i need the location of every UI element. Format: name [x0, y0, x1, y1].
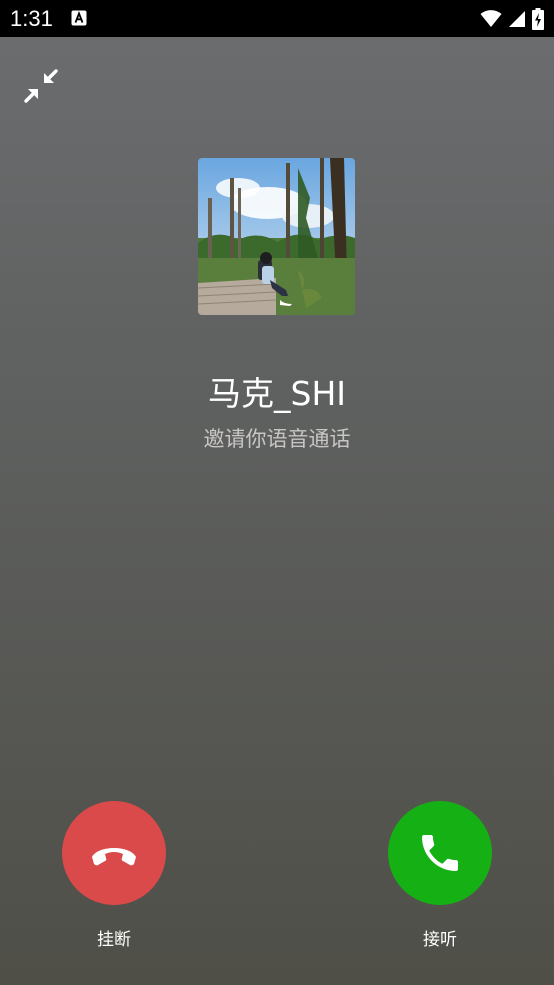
accept-button[interactable]	[388, 801, 492, 905]
status-icons	[480, 8, 544, 30]
status-time: 1:31	[10, 6, 53, 31]
signal-icon	[509, 11, 525, 27]
decline-action: 挂断	[62, 801, 166, 950]
decline-button[interactable]	[62, 801, 166, 905]
avatar-photo	[198, 158, 355, 315]
incoming-call-screen: 马克_SHI 邀请你语音通话 挂断 接听	[0, 37, 554, 985]
wifi-icon	[480, 10, 502, 27]
accept-action: 接听	[388, 801, 492, 950]
accept-label: 接听	[423, 930, 457, 950]
notification-a-icon	[71, 10, 87, 26]
phone-icon	[422, 835, 458, 871]
battery-charging-icon	[532, 8, 544, 30]
caller-name: 马克_SHI	[208, 374, 346, 413]
call-status-text: 邀请你语音通话	[203, 427, 351, 451]
hang-up-icon	[92, 848, 136, 866]
caller-avatar	[198, 158, 355, 315]
status-bar: 1:31	[0, 0, 554, 37]
minimize-arrows-icon[interactable]	[22, 67, 60, 105]
decline-label: 挂断	[97, 930, 131, 950]
